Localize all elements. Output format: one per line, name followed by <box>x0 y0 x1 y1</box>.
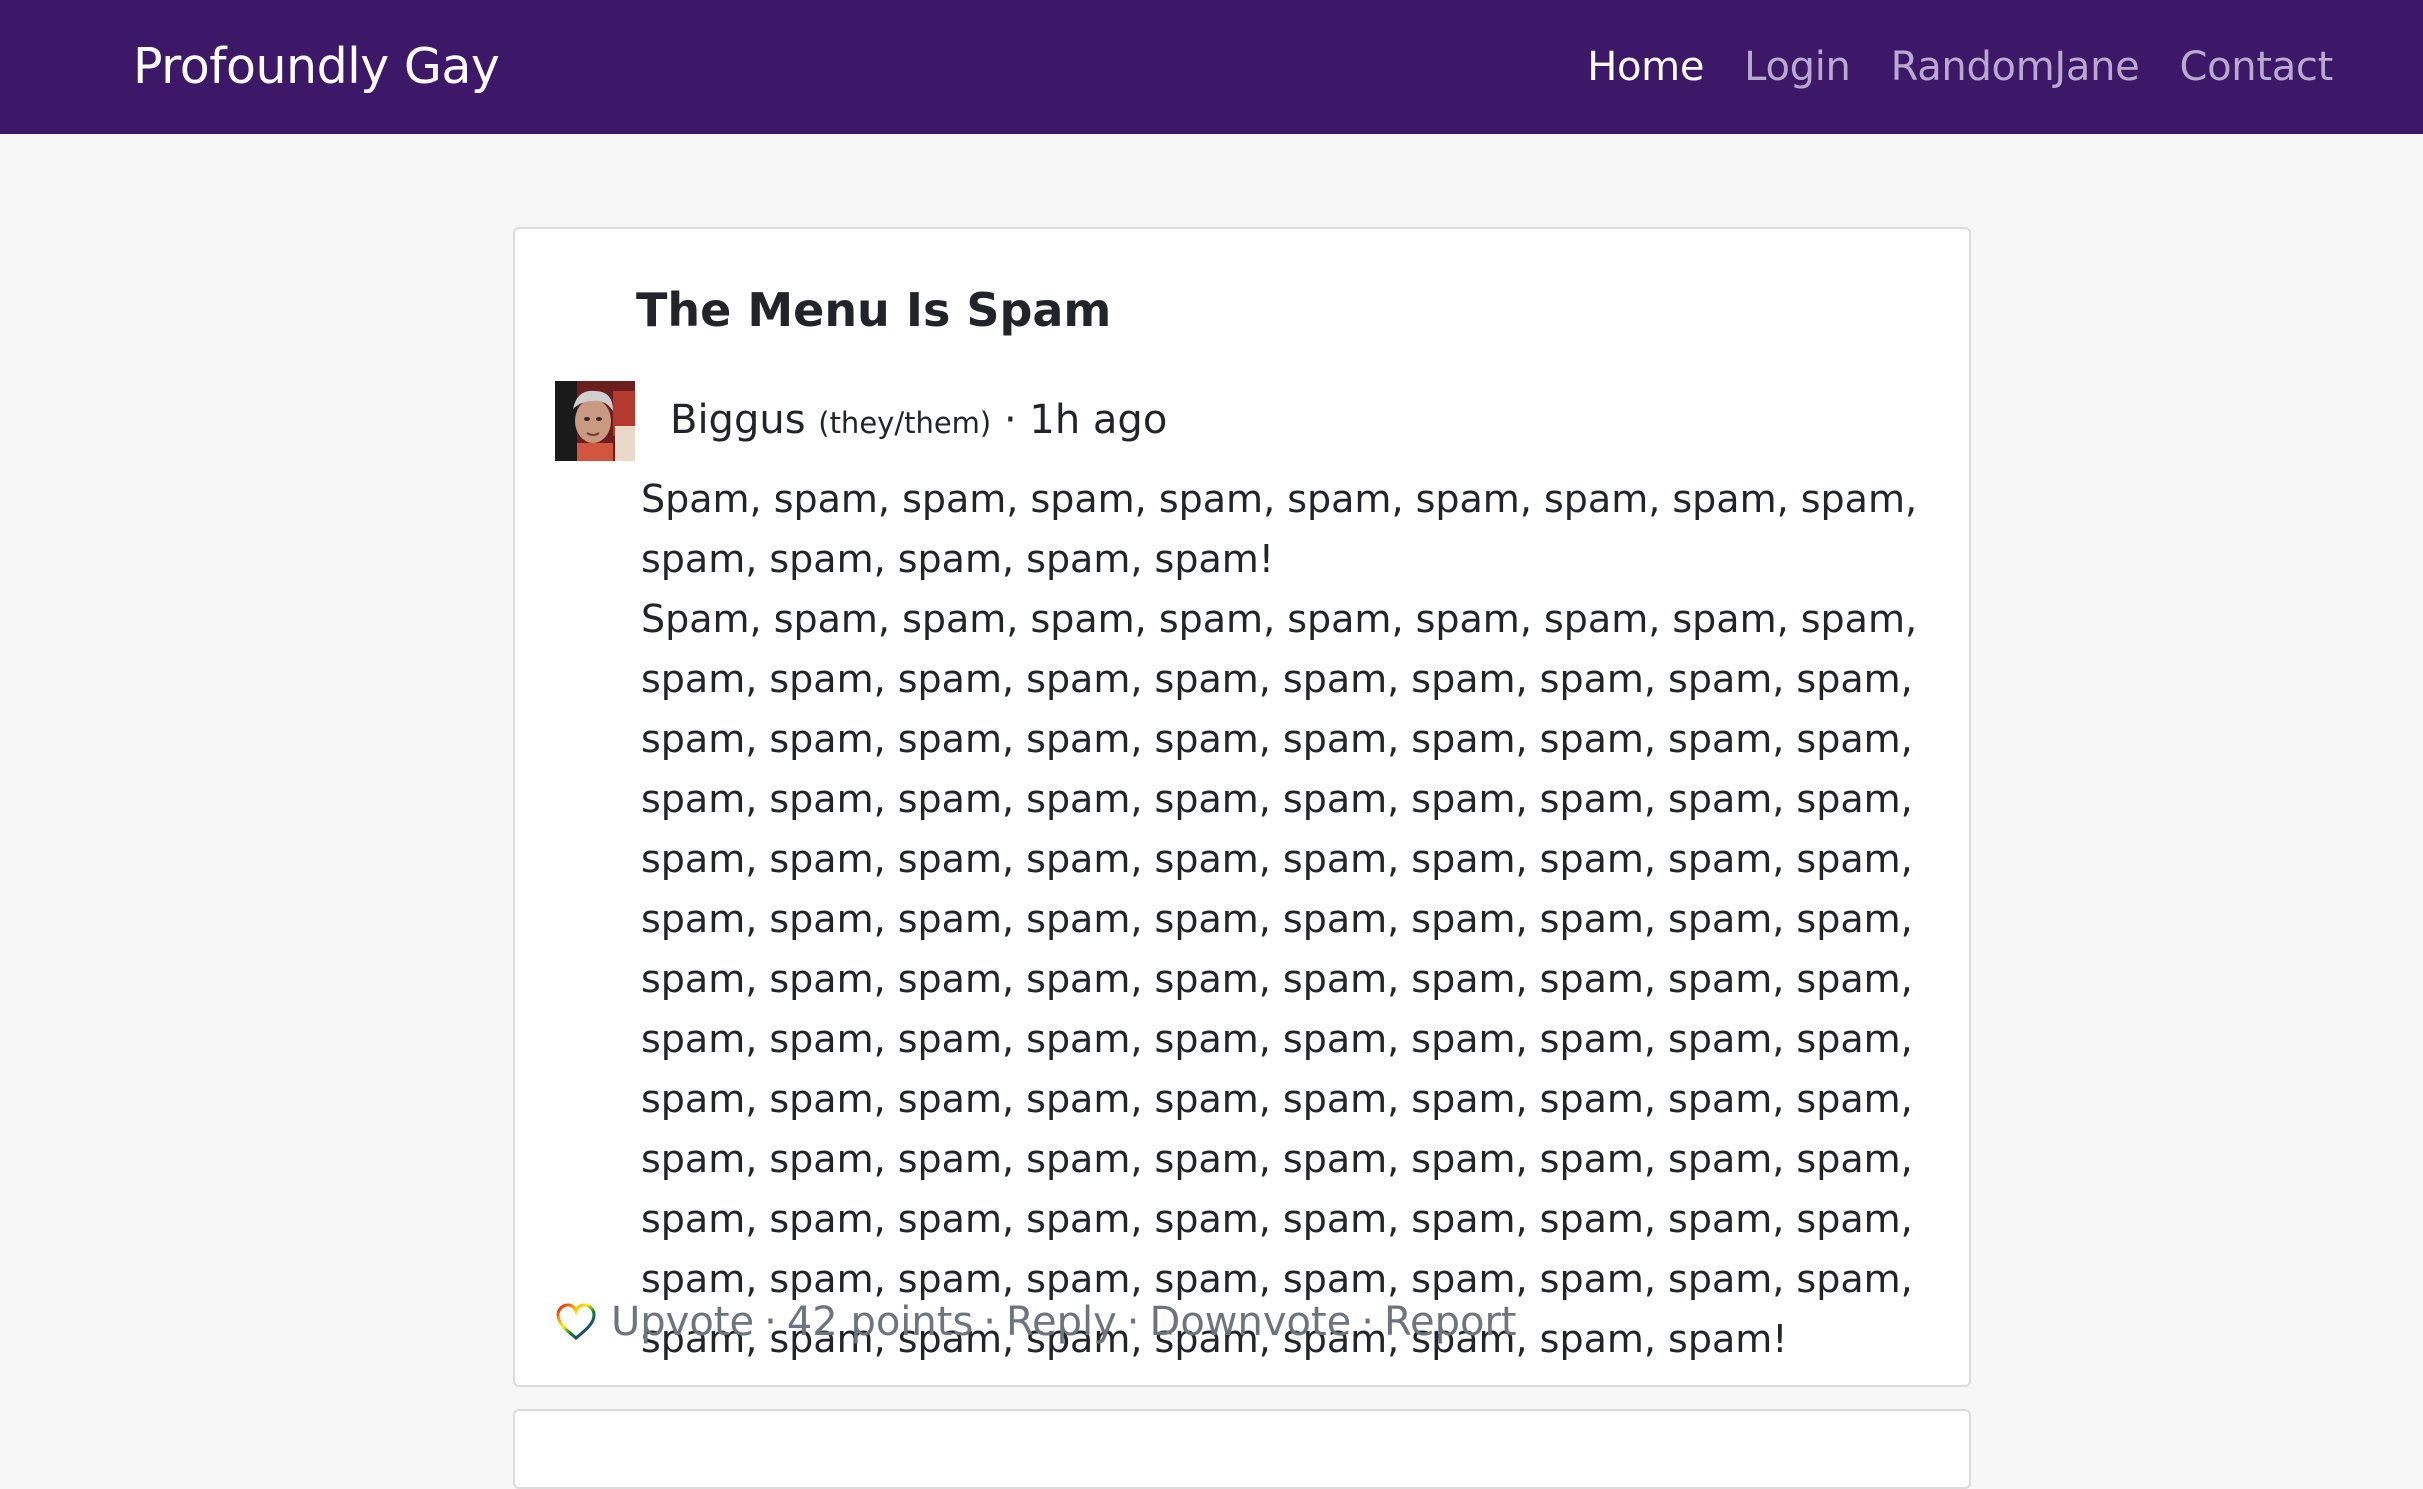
post-time: 1h ago <box>1029 397 1168 443</box>
post-actions: Upvote · 42 points · Reply · Downvote · … <box>555 1294 1517 1350</box>
upvote-button[interactable]: Upvote <box>611 1294 754 1350</box>
nav-home-link[interactable]: Home <box>1587 38 1704 96</box>
next-post-card <box>513 1409 1971 1489</box>
nav-links: Home Login RandomJane Contact <box>1587 38 2333 96</box>
site-brand[interactable]: Profoundly Gay <box>133 35 500 99</box>
post-meta: Biggus (they/them) · 1h ago <box>670 392 1167 451</box>
downvote-button[interactable]: Downvote <box>1150 1294 1352 1350</box>
author-name[interactable]: Biggus <box>670 397 806 443</box>
report-button[interactable]: Report <box>1384 1294 1517 1350</box>
nav-randomjane-link[interactable]: RandomJane <box>1891 38 2140 96</box>
avatar[interactable] <box>555 381 635 461</box>
top-navbar: Profoundly Gay Home Login RandomJane Con… <box>0 0 2423 134</box>
post-title[interactable]: The Menu Is Spam <box>636 279 1111 341</box>
post-paragraph: Spam, spam, spam, spam, spam, spam, spam… <box>641 477 1918 581</box>
nav-contact-link[interactable]: Contact <box>2179 38 2333 96</box>
post-paragraph: Spam, spam, spam, spam, spam, spam, spam… <box>641 597 1918 1361</box>
action-separator: · <box>983 1299 997 1345</box>
action-separator: · <box>764 1299 777 1345</box>
action-separator: · <box>1361 1299 1375 1345</box>
reply-button[interactable]: Reply <box>1006 1294 1117 1350</box>
post-card: The Menu Is Spam Biggus (they/them) · 1h… <box>513 227 1971 1387</box>
points-count: 42 points <box>786 1299 974 1345</box>
post-body: Spam, spam, spam, spam, spam, spam, spam… <box>641 469 1951 1369</box>
nav-login-link[interactable]: Login <box>1744 38 1851 96</box>
meta-separator: · <box>1003 397 1017 443</box>
heart-icon[interactable] <box>555 1302 597 1342</box>
action-separator: · <box>1126 1299 1140 1345</box>
author-pronouns: (they/them) <box>818 406 992 440</box>
